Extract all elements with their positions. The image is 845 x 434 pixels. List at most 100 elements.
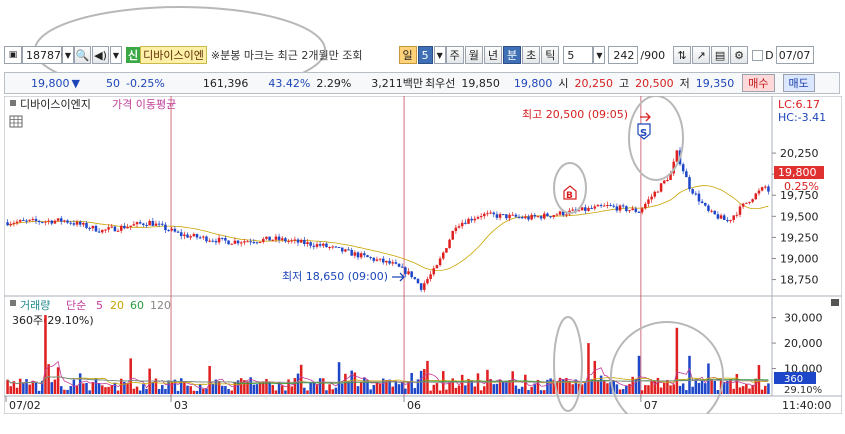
candle-body [423,283,426,290]
candle-body [432,268,436,275]
candle-body [754,193,758,200]
price-tick-label: 19,250 [780,231,819,244]
volume-bar [293,378,297,394]
search-icon[interactable]: 🔍 [74,46,91,64]
speaker-icon[interactable]: ◀) [92,46,109,64]
sell-button[interactable]: 매도 [782,74,815,92]
volume-bar [211,383,215,394]
candle-body [113,226,117,232]
volume-bar [656,377,660,394]
candle-body [15,221,19,224]
volume-bar [34,381,38,394]
gear-icon[interactable]: ⚙ [730,46,749,64]
candle-body [666,179,669,181]
d-checkbox[interactable] [752,49,764,61]
chevron-down-icon[interactable]: ▼ [62,46,74,64]
volume-bar [198,384,202,394]
volume-bar [208,366,211,394]
legend-ma: 가격 이동평균 [112,98,176,111]
period-value[interactable]: 5 [417,46,433,64]
candle-body [385,260,388,263]
volume-bar [18,378,22,394]
count-input[interactable]: 242 [608,46,639,64]
volume-bar [520,386,524,394]
candle-body [202,236,205,238]
period-tick-button[interactable]: 틱 [541,46,560,64]
candle-body [356,252,360,258]
candle-body [391,262,394,264]
volume-bar [50,382,54,394]
price-tick-label: 19,000 [780,252,819,265]
trend-icon[interactable]: ↗ [692,46,711,64]
candle-body [104,229,107,231]
candle-body [757,190,761,194]
volume-bar [745,384,748,394]
period-second-button[interactable]: 초 [522,46,541,64]
volume-bar [618,389,622,394]
period-day-button[interactable]: 일 [398,46,417,64]
window-icon[interactable]: ▣ [4,46,22,64]
candle-body [419,283,423,290]
candle-body [167,230,170,232]
volume-bar [189,386,192,394]
chevron-down-icon[interactable]: ▼ [593,46,606,64]
save-icon[interactable]: ▤ [711,46,730,64]
period-month-button[interactable]: 월 [464,46,483,64]
candle-body [44,221,47,223]
indicator-icon[interactable]: ⇅ [673,46,692,64]
date-input[interactable]: 07/07 [775,46,814,64]
volume-bar [151,382,155,394]
candle-body [183,234,186,236]
candle-body [441,252,445,259]
volume-bar [142,384,145,394]
period-week-button[interactable]: 주 [445,46,464,64]
chart-svg[interactable]: 디바이스이엔지 가격 이동평균 LC:6.17 HC:-3.41 20,250 2… [3,95,843,431]
volume-bar [104,387,107,394]
buy-button[interactable]: 매수 [742,74,775,92]
volume-bar [179,378,183,394]
volume-bar [628,383,631,394]
candle-body [602,205,606,207]
candle-body [590,207,593,209]
best-bid: 19,800 [513,76,553,90]
candle-body [400,266,404,268]
volume-bar [517,388,521,394]
volume-bar [94,378,98,394]
candle-body [161,223,164,225]
volume-bar [738,387,742,394]
ma-legend: 단순 [66,299,86,312]
close-icon[interactable] [831,299,839,306]
volume-bar [227,389,230,394]
period-minute-button[interactable]: 분 [503,46,522,64]
interval-select[interactable]: 5 [563,46,594,64]
stock-code-input[interactable]: 187870 [22,46,68,64]
chevron-down-icon[interactable]: ▼ [110,46,122,64]
volume-bar [63,389,66,394]
volume-bar [644,385,647,394]
volume-bar [116,390,120,394]
stock-name[interactable]: 디바이스이엔 [140,46,207,64]
current-price-label: 19,800 [778,166,817,179]
turnover-ratio: 2.29% [316,76,352,90]
sell-marker-text: S [640,128,647,139]
candle-body [732,215,735,220]
candle-body [397,263,401,267]
grid-toggle-icon[interactable] [9,115,23,128]
volume-bar [97,383,101,394]
period-year-button[interactable]: 년 [483,46,503,64]
volume-bar [15,387,19,394]
candle-body [129,225,132,227]
chart-area[interactable]: 디바이스이엔지 가격 이동평균 LC:6.17 HC:-3.41 20,250 2… [3,95,843,431]
volume-bar [53,379,57,394]
candle-body [63,220,66,222]
candle-body [615,206,619,211]
candle-body [47,220,50,222]
candle-body [151,220,155,226]
candle-body [688,177,691,190]
candle-body [239,242,243,244]
candle-body [366,255,369,258]
volume-bar [735,374,739,394]
volume-bar [312,382,316,394]
current-change-label: 0.25% [784,180,819,193]
chevron-down-icon[interactable]: ▼ [433,46,446,64]
